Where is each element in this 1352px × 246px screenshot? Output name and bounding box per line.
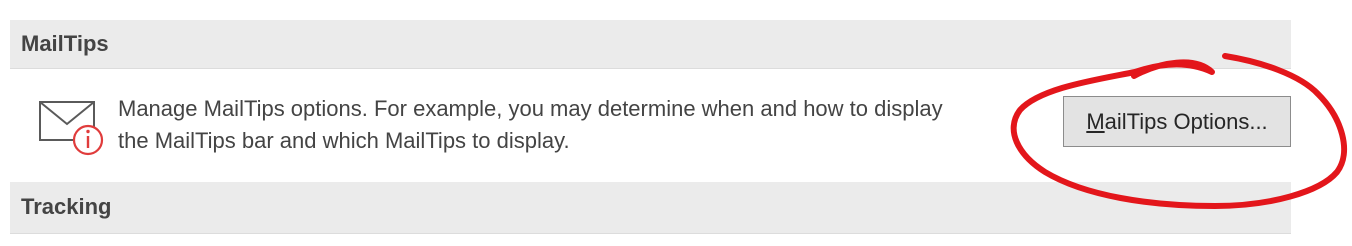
mailtips-description-line-2: the MailTips bar and which MailTips to d… [118,128,570,153]
section-header-tracking: Tracking [10,182,1291,234]
mailtips-description: Manage MailTips options. For example, yo… [118,93,1028,157]
mailtips-description-line-1: Manage MailTips options. For example, yo… [118,96,943,121]
mailtips-options-accelerator: M [1086,109,1105,134]
mail-info-icon [39,101,104,156]
mail-options-panel: MailTips Manage MailTips options. For ex… [0,0,1352,246]
section-title-tracking: Tracking [21,194,112,219]
section-header-mailtips: MailTips [10,20,1291,69]
mailtips-options-label: ailTips Options... [1104,109,1268,134]
section-title-mailtips: MailTips [21,31,109,56]
mailtips-options-button[interactable]: MailTips Options... [1063,96,1291,147]
